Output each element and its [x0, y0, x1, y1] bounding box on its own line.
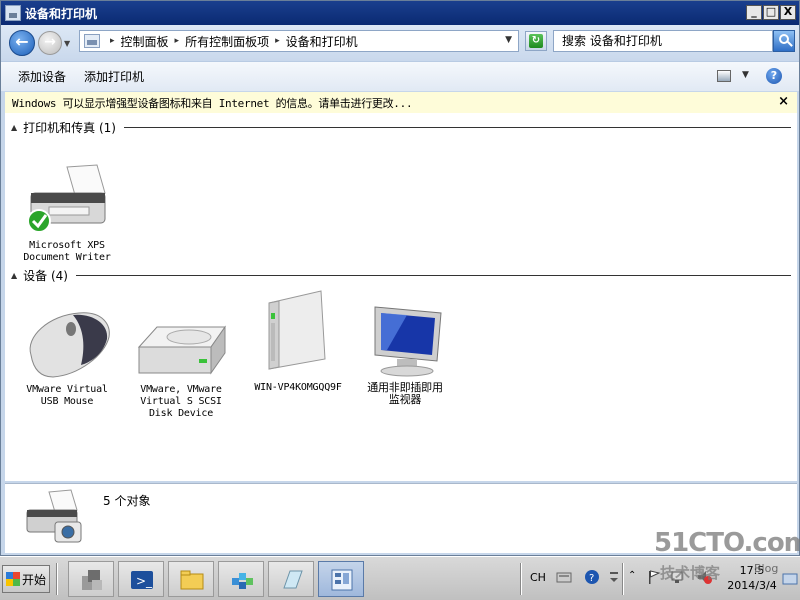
divider	[56, 563, 58, 595]
clock-date: 2014/3/4	[727, 579, 777, 592]
disk-drive-icon	[137, 325, 226, 375]
close-button[interactable]: X	[780, 5, 796, 20]
address-bar: ← → ▼ ▸ 控制面板 ▸ 所有控制面板项 ▸ 设备和打印机 ▼ ↻ 搜索 设…	[1, 25, 799, 61]
chevron-down-icon[interactable]: ▼	[742, 70, 749, 80]
group-header-printers[interactable]: ▲ 打印机和传真 (1)	[11, 119, 791, 136]
explorer-window: 设备和打印机 _ □ X ← → ▼ ▸ 控制面板 ▸ 所有控制面板项 ▸ 设备…	[0, 0, 800, 556]
start-button[interactable]: 开始	[2, 565, 50, 593]
chevron-down-icon[interactable]: ▼	[505, 35, 512, 45]
printer-default-icon	[27, 164, 106, 233]
chevron-right-icon[interactable]: ▸	[175, 36, 180, 46]
taskbar-powershell[interactable]: >_	[118, 561, 164, 597]
taskbar-notepad[interactable]	[268, 561, 314, 597]
folder-icon	[180, 570, 204, 590]
svg-text:>_: >_	[136, 574, 153, 588]
group-label: 打印机和传真 (1)	[23, 121, 116, 135]
divider	[75, 275, 791, 276]
chevron-right-icon[interactable]: ▸	[110, 36, 115, 46]
device-label: VMware, VMware Virtual S SCSI Disk Devic…	[140, 384, 222, 419]
help-icon[interactable]: ?	[584, 569, 600, 585]
show-desktop-icon[interactable]	[782, 571, 798, 587]
device-item-scsi-disk[interactable]: VMware, VMware Virtual S SCSI Disk Devic…	[133, 319, 229, 420]
device-item-xps-writer[interactable]: Microsoft XPS Document Writer	[19, 163, 115, 264]
chevron-up-icon[interactable]: ⌃	[628, 570, 636, 581]
start-label: 开始	[22, 572, 47, 587]
info-bar-message[interactable]: Windows 可以显示增强型设备图标和来自 Internet 的信息。请单击进…	[12, 95, 413, 111]
control-panel-icon	[84, 34, 100, 48]
divider	[520, 563, 522, 595]
device-label: 通用非即插即用 监视器	[367, 381, 443, 406]
arrow-right-icon: →	[44, 34, 56, 50]
search-button[interactable]	[773, 30, 795, 52]
refresh-icon: ↻	[529, 34, 543, 48]
minimize-button[interactable]: _	[746, 5, 762, 20]
taskbar-server-manager[interactable]	[68, 561, 114, 597]
taskbar-explorer[interactable]	[168, 561, 214, 597]
add-printer-button[interactable]: 添加打印机	[75, 68, 153, 85]
back-button[interactable]: ←	[9, 30, 35, 56]
refresh-button[interactable]: ↻	[525, 31, 547, 51]
registry-icon	[232, 573, 253, 589]
close-icon[interactable]: ×	[778, 94, 789, 109]
control-panel-icon	[331, 569, 353, 591]
taskbar-registry[interactable]	[218, 561, 264, 597]
divider	[622, 563, 624, 595]
window-title: 设备和打印机	[25, 6, 98, 21]
arrow-left-icon: ←	[15, 32, 29, 51]
watermark-blog: Blog	[754, 562, 779, 575]
breadcrumb-control-panel[interactable]: 控制面板	[121, 33, 169, 50]
watermark-subtitle: 技术博客	[660, 564, 721, 582]
forward-button[interactable]: →	[38, 31, 62, 55]
svg-text:?: ?	[589, 573, 594, 584]
devices-printers-icon	[5, 5, 21, 21]
help-icon[interactable]: ?	[766, 68, 782, 84]
chevron-right-icon[interactable]: ▸	[275, 36, 280, 46]
monitor-icon	[374, 306, 442, 377]
device-label: WIN-VP4KOMGQQ9F	[254, 382, 342, 393]
device-item-usb-mouse[interactable]: VMware Virtual USB Mouse	[19, 309, 115, 408]
view-options-icon[interactable]	[717, 70, 731, 82]
device-label: Microsoft XPS Document Writer	[23, 240, 111, 263]
notepad-icon	[283, 570, 303, 589]
collapse-icon[interactable]: ▲	[11, 123, 17, 132]
command-bar: 添加设备 添加打印机 ▼ ?	[1, 61, 799, 91]
server-manager-icon	[82, 570, 102, 590]
watermark-site: 51CTO.com	[654, 528, 800, 558]
breadcrumb-devices-printers[interactable]: 设备和打印机	[286, 33, 358, 50]
device-label: VMware Virtual USB Mouse	[26, 384, 108, 407]
computer-tower-icon	[268, 290, 326, 370]
group-header-devices[interactable]: ▲ 设备 (4)	[11, 267, 791, 284]
collapse-icon[interactable]: ▲	[11, 271, 17, 280]
device-item-monitor[interactable]: 通用非即插即用 监视器	[357, 303, 453, 406]
device-item-computer[interactable]: WIN-VP4KOMGQQ9F	[243, 289, 353, 394]
breadcrumb[interactable]: ▸ 控制面板 ▸ 所有控制面板项 ▸ 设备和打印机 ▼	[79, 30, 519, 52]
info-bar[interactable]: Windows 可以显示增强型设备图标和来自 Internet 的信息。请单击进…	[5, 92, 797, 113]
window-controls: _ □ X	[746, 5, 796, 20]
maximize-button[interactable]: □	[763, 5, 779, 20]
options-icon[interactable]	[606, 569, 622, 585]
group-label: 设备 (4)	[23, 269, 68, 283]
language-indicator[interactable]: CH	[530, 571, 546, 584]
mouse-icon	[29, 312, 110, 378]
keyboard-icon[interactable]	[556, 569, 572, 585]
title-bar[interactable]: 设备和打印机 _ □ X	[1, 1, 799, 25]
divider	[123, 127, 791, 128]
item-count: 5 个对象	[103, 494, 151, 508]
windows-logo-icon	[6, 572, 20, 586]
devices-printers-icon	[26, 489, 82, 543]
add-device-button[interactable]: 添加设备	[9, 68, 75, 85]
powershell-icon: >_	[131, 571, 153, 589]
taskbar-devices-printers[interactable]	[318, 561, 364, 597]
content-pane: ▲ 打印机和传真 (1) Microsoft XPS Document Writ…	[5, 113, 797, 481]
recent-pages-dropdown[interactable]: ▼	[64, 39, 74, 48]
breadcrumb-all-items[interactable]: 所有控制面板项	[185, 33, 269, 50]
search-input[interactable]: 搜索 设备和打印机	[553, 30, 773, 52]
